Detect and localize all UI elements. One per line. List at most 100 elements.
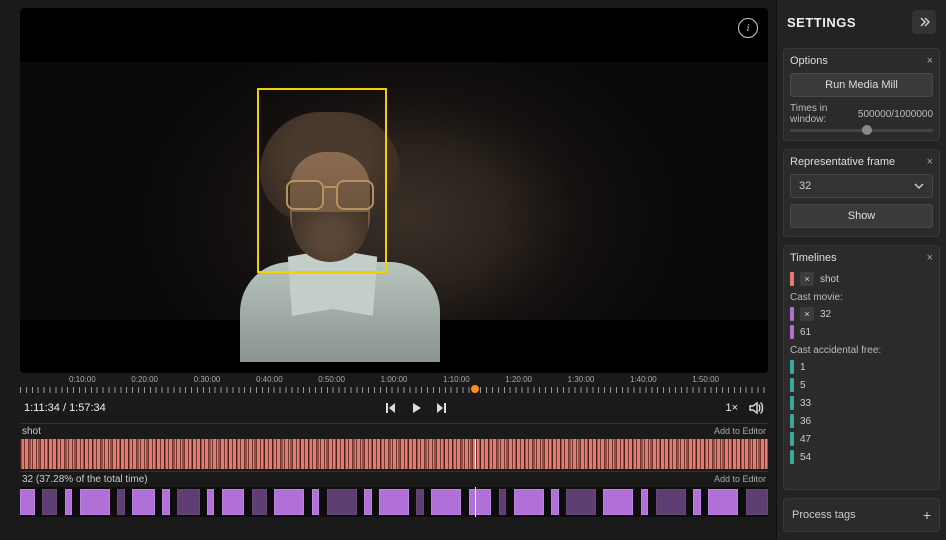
timeline-clip[interactable] <box>379 489 409 515</box>
play-button[interactable] <box>408 400 424 416</box>
collapse-sidebar-button[interactable] <box>912 10 936 34</box>
process-tags-label: Process tags <box>792 509 856 521</box>
timeline-clip[interactable] <box>514 489 544 515</box>
color-swatch <box>790 378 794 392</box>
remove-timeline-icon[interactable]: × <box>800 272 814 286</box>
timeline-clip[interactable] <box>252 489 267 515</box>
volume-icon[interactable] <box>748 400 764 416</box>
timeline-item-label: 47 <box>800 434 811 445</box>
playback-speed[interactable]: 1× <box>725 402 738 414</box>
ruler-tick-label: 0:50:00 <box>318 375 345 384</box>
info-icon[interactable]: i <box>738 18 758 38</box>
remove-timeline-icon[interactable]: × <box>800 307 814 321</box>
ruler-tick-label: 0:10:00 <box>69 375 96 384</box>
repframe-select[interactable]: 32 <box>790 174 933 198</box>
timeline-clip[interactable] <box>162 489 169 515</box>
track-label: shot <box>22 426 41 437</box>
timeline-group-label: Cast movie: <box>790 288 931 305</box>
times-in-window-label: Times in window: <box>790 103 858 125</box>
timeline-clip[interactable] <box>117 489 124 515</box>
timeline-item-label: 61 <box>800 327 811 338</box>
repframe-value: 32 <box>799 180 811 192</box>
next-frame-button[interactable] <box>434 400 450 416</box>
panel-title-text: Timelines <box>790 252 837 264</box>
prev-frame-button[interactable] <box>382 400 398 416</box>
timeline-clip[interactable] <box>603 489 633 515</box>
timeline-clip[interactable] <box>80 489 110 515</box>
add-to-editor-link[interactable]: Add to Editor <box>714 426 766 437</box>
color-swatch <box>790 272 794 286</box>
timeline-item-label: 33 <box>800 398 811 409</box>
timelines-panel: Timelines × ×shotCast movie:×3261Cast ac… <box>783 245 940 490</box>
options-panel: Options × Run Media Mill Times in window… <box>783 48 940 141</box>
timeline-clip[interactable] <box>469 489 491 515</box>
run-media-mill-button[interactable]: Run Media Mill <box>790 73 933 97</box>
ruler-tick-label: 1:30:00 <box>568 375 595 384</box>
ruler-tick-label: 0:40:00 <box>256 375 283 384</box>
timeline-item-label: shot <box>820 274 839 285</box>
times-slider[interactable] <box>790 129 933 132</box>
panel-title-text: Representative frame <box>790 156 895 168</box>
ruler-tick-label: 0:30:00 <box>194 375 221 384</box>
process-tags-panel[interactable]: Process tags + <box>783 498 940 532</box>
timeline-clip[interactable] <box>42 489 57 515</box>
timeline-item[interactable]: ×32 <box>790 305 931 323</box>
chevron-down-icon <box>914 181 924 191</box>
color-swatch <box>790 360 794 374</box>
timeline-item[interactable]: 61 <box>790 323 931 341</box>
show-button[interactable]: Show <box>790 204 933 228</box>
timeline-clip[interactable] <box>274 489 304 515</box>
timeline-clip[interactable] <box>693 489 700 515</box>
close-icon[interactable]: × <box>927 55 933 67</box>
timeline-clip[interactable] <box>641 489 648 515</box>
color-swatch <box>790 396 794 410</box>
video-viewport[interactable]: i <box>20 8 768 373</box>
track-shot-body[interactable] <box>20 439 768 469</box>
timeline-clip[interactable] <box>431 489 461 515</box>
timeline-item-label: 36 <box>800 416 811 427</box>
ruler-tick-label: 0:20:00 <box>131 375 158 384</box>
timeline-clip[interactable] <box>177 489 199 515</box>
timeline-item[interactable]: 47 <box>790 430 931 448</box>
timeline-clip[interactable] <box>132 489 154 515</box>
timeline-clip[interactable] <box>656 489 686 515</box>
color-swatch <box>790 414 794 428</box>
timeline-item[interactable]: 54 <box>790 448 931 466</box>
timeline-item[interactable]: 1 <box>790 358 931 376</box>
plus-icon[interactable]: + <box>923 507 931 523</box>
close-icon[interactable]: × <box>927 156 933 168</box>
timeline-item-label: 54 <box>800 452 811 463</box>
timeline-item-label: 5 <box>800 380 806 391</box>
track-32-body[interactable] <box>20 487 768 517</box>
time-display: 1:11:34 / 1:57:34 <box>24 402 106 414</box>
ruler-tick-label: 1:50:00 <box>692 375 719 384</box>
timeline-clip[interactable] <box>566 489 596 515</box>
timeline-clip[interactable] <box>416 489 423 515</box>
timeline-clip[interactable] <box>551 489 558 515</box>
timeline-clip[interactable] <box>312 489 319 515</box>
main-area: i 0:10:000:20:000:30:000:40:000:50:001:0… <box>0 0 776 540</box>
slider-thumb[interactable] <box>862 125 872 135</box>
timeline-item[interactable]: 36 <box>790 412 931 430</box>
video-frame <box>20 62 768 320</box>
add-to-editor-link[interactable]: Add to Editor <box>714 474 766 485</box>
timeline-item-label: 1 <box>800 362 806 373</box>
timeline-clip[interactable] <box>327 489 357 515</box>
timeline-item[interactable]: 33 <box>790 394 931 412</box>
timeline-clip[interactable] <box>708 489 738 515</box>
close-icon[interactable]: × <box>927 252 933 264</box>
playhead-indicator[interactable] <box>471 385 479 393</box>
timeline-item[interactable]: × shot <box>790 270 931 288</box>
timeline-clip[interactable] <box>20 489 35 515</box>
color-swatch <box>790 307 794 321</box>
timeline-clip[interactable] <box>207 489 214 515</box>
timeline-clip[interactable] <box>364 489 371 515</box>
timeline-clip[interactable] <box>222 489 244 515</box>
timeline-clip[interactable] <box>499 489 506 515</box>
time-ruler[interactable]: 0:10:000:20:000:30:000:40:000:50:001:00:… <box>20 377 768 393</box>
timeline-item[interactable]: 5 <box>790 376 931 394</box>
timeline-clip[interactable] <box>65 489 72 515</box>
timeline-clip[interactable] <box>746 489 768 515</box>
settings-title: SETTINGS <box>787 15 856 30</box>
ruler-tick-label: 1:10:00 <box>443 375 470 384</box>
